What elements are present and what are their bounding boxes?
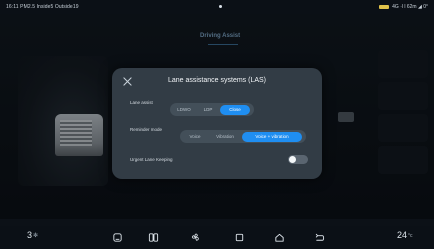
fan-speed-value: 3 (27, 230, 33, 240)
apps-button[interactable] (148, 229, 159, 245)
toggle-knob (289, 156, 296, 163)
las-dialog: Lane assistance systems (LAS) Lane assis… (112, 68, 322, 179)
status-right: 4G ·l l 62m ◢ 0° (379, 4, 428, 10)
reminder-mode-selector: Voice Vibration Voice + vibration (180, 130, 306, 143)
bottom-dock (0, 226, 434, 249)
urgent-lane-keeping-toggle[interactable] (288, 155, 308, 164)
battery-icon (379, 5, 390, 9)
lane-assist-label: Lane assist (130, 100, 153, 105)
reminder-mode-label: Reminder mode (130, 127, 163, 132)
fan-speed-control[interactable]: 3 ✻ (27, 230, 38, 240)
reminder-option-voice[interactable]: Voice (182, 132, 208, 142)
camera-dot-icon (219, 5, 222, 8)
status-right-text: 4G ·l l 62m ◢ 0° (392, 4, 428, 10)
seat-heating-button[interactable] (112, 229, 123, 245)
lane-assist-option-close[interactable]: Close (220, 104, 250, 115)
lane-assist-option-ldp[interactable]: LDP (197, 105, 219, 115)
back-icon (315, 233, 325, 241)
home-icon (275, 233, 284, 242)
lane-assist-option-ldwo[interactable]: LDWO (172, 105, 196, 115)
car-screen: 16:11 PM2.5 Inside5 Outside19 4G ·l l 62… (0, 0, 434, 249)
fan-icon (191, 233, 199, 241)
temperature-control[interactable]: 24 °c (397, 230, 413, 240)
square-icon (235, 233, 244, 241)
reminder-option-vibration[interactable]: Vibration (209, 132, 241, 142)
reminder-option-voice-vibration[interactable]: Voice + vibration (242, 131, 302, 142)
dialog-title: Lane assistance systems (LAS) (167, 77, 267, 84)
home-button[interactable] (274, 229, 285, 245)
overview-button[interactable] (234, 229, 245, 245)
fan-icon: ✻ (33, 232, 39, 239)
status-bar: 16:11 PM2.5 Inside5 Outside19 4G ·l l 62… (0, 0, 434, 14)
temperature-value: 24 (397, 230, 408, 240)
back-button[interactable] (314, 229, 325, 245)
climate-button[interactable] (190, 229, 201, 245)
urgent-lane-keeping-label: Urgent Lane Keeping (130, 157, 173, 162)
grid-icon (148, 232, 159, 242)
lane-assist-selector: LDWO LDP Close (170, 103, 254, 116)
seat-icon (113, 232, 122, 242)
status-left-text: 16:11 PM2.5 Inside5 Outside19 (6, 4, 79, 10)
temperature-unit: °c (408, 233, 413, 239)
